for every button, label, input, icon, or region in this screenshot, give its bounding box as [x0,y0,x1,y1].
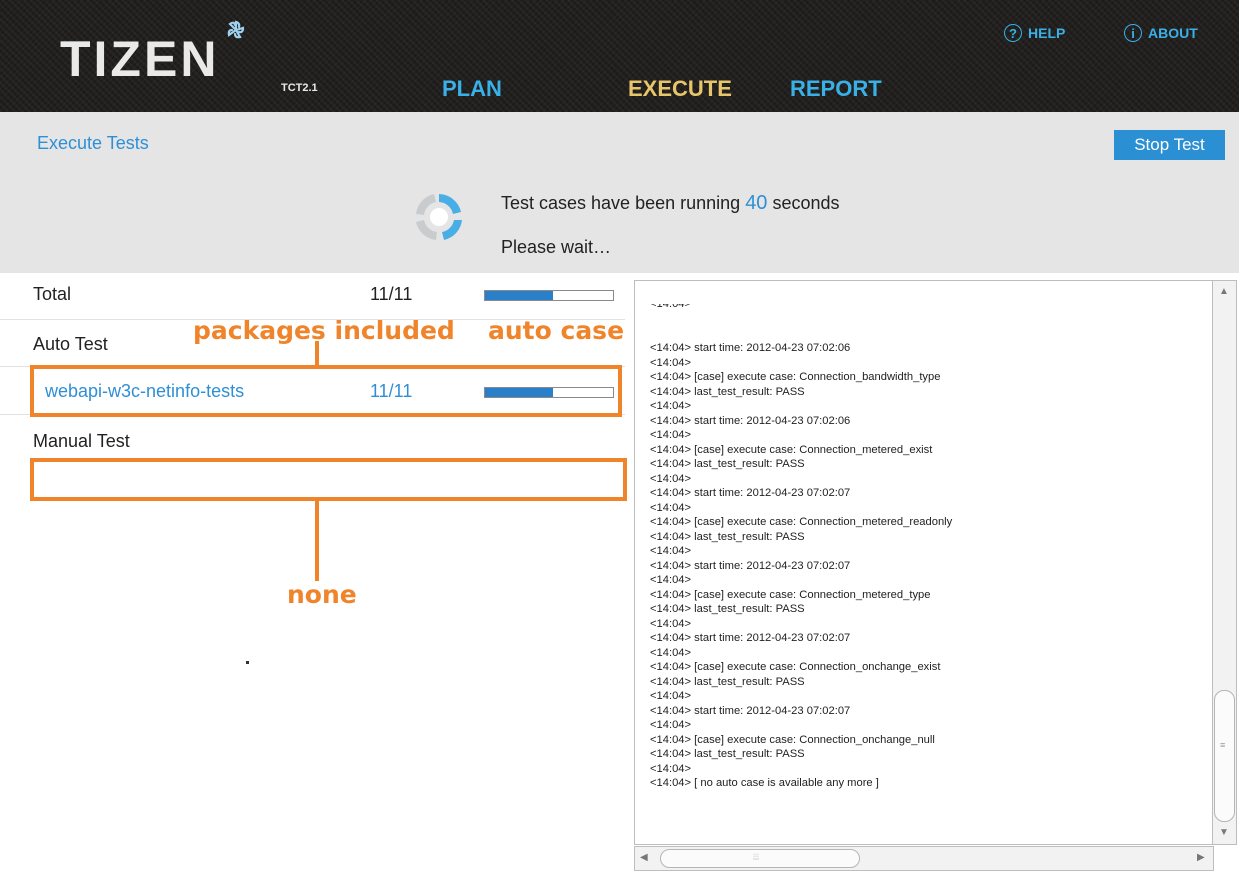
log-line: <14:04> last_test_result: PASS [650,458,805,470]
execution-status-panel: Execute Tests Stop Test Test cases have … [0,112,1239,273]
running-suffix: seconds [772,193,840,213]
nav-plan[interactable]: PLAN [442,76,502,102]
log-line-partial: <14:04> [650,304,952,312]
auto-test-label: Auto Test [33,334,108,354]
manual-test-label: Manual Test [33,431,130,451]
log-line: <14:04> [case] execute case: Connection_… [650,661,941,673]
nav-execute[interactable]: EXECUTE [628,76,732,102]
tizen-star-icon [227,20,245,39]
log-line: <14:04> [ no auto case is available any … [650,777,879,789]
annotation-packages-included: packages included [193,316,455,345]
log-line: <14:04> [650,429,692,441]
grip-icon: ≡ [1220,740,1226,750]
log-line: <14:04> last_test_result: PASS [650,675,805,688]
horizontal-scroll-thumb[interactable]: ⦙⦙⦙ [660,849,860,868]
total-progress-bar [484,290,614,301]
log-line: <14:04> [case] execute case: Connection_… [650,588,931,601]
total-count: 11/11 [370,284,413,304]
annotation-box-manual [30,458,627,501]
log-line: <14:04> [650,545,692,557]
log-line: <14:04> [650,501,692,514]
log-output[interactable]: <14:04> <14:04> start time: 2012-04-23 0… [634,280,1214,845]
page-title: Execute Tests [37,133,149,153]
log-line: <14:04> [650,617,692,630]
total-progress-fill [485,291,553,300]
grip-icon: ⦙⦙⦙ [753,852,760,862]
log-line: <14:04> [650,690,692,702]
log-line: <14:04> [650,472,692,485]
loading-spinner-icon [416,194,462,240]
stop-test-button[interactable]: Stop Test [1114,130,1225,160]
log-line: <14:04> start time: 2012-04-23 07:02:07 [650,487,851,499]
log-line: <14:04> start time: 2012-04-23 07:02:06 [650,414,851,427]
running-seconds: 40 [745,192,768,214]
log-line: <14:04> last_test_result: PASS [650,385,805,398]
help-link[interactable]: ? HELP [1004,24,1065,42]
scroll-right-arrow-icon[interactable]: ▶ [1197,852,1205,863]
help-label: HELP [1028,25,1066,41]
help-icon: ? [1004,24,1022,42]
log-line: <14:04> [650,762,692,775]
log-line: <14:04> [650,574,692,586]
total-label: Total [33,284,72,304]
log-line: <14:04> [case] execute case: Connection_… [650,371,941,383]
log-line: <14:04> start time: 2012-04-23 07:02:07 [650,704,851,717]
log-line: <14:04> [case] execute case: Connection_… [650,443,933,456]
log-line: <14:04> [650,356,692,369]
tizen-logo: TIZEN [60,31,220,87]
info-icon: i [1124,24,1142,42]
annotation-none: none [287,580,357,609]
annotation-box-packages [30,365,622,417]
about-label: ABOUT [1148,25,1198,41]
log-line: <14:04> [case] execute case: Connection_… [650,516,953,528]
log-line: <14:04> last_test_result: PASS [650,530,805,543]
version-label: TCT2.1 [281,82,318,94]
log-line: <14:04> [650,646,692,659]
log-line: <14:04> start time: 2012-04-23 07:02:07 [650,559,851,572]
annotation-connector [315,501,319,581]
running-time-text: Test cases have been running 40 seconds [501,192,840,215]
running-prefix: Test cases have been running [501,193,741,213]
please-wait-text: Please wait… [501,237,612,257]
stray-dot [246,661,249,664]
log-line: <14:04> last_test_result: PASS [650,748,805,760]
about-link[interactable]: i ABOUT [1124,24,1198,42]
scroll-left-arrow-icon[interactable]: ◀ [640,852,648,863]
app-header: TIZEN TCT2.1 PLAN EXECUTE REPORT ? HELP … [0,0,1239,112]
log-line: <14:04> [case] execute case: Connection_… [650,733,935,746]
log-line-partial-text: <14:04> [650,304,692,310]
annotation-auto-case: auto case [488,316,625,345]
log-line: <14:04> [650,719,692,731]
scroll-down-arrow-icon[interactable]: ▼ [1219,827,1229,838]
vertical-scroll-thumb[interactable]: ≡ [1214,690,1235,822]
log-line: <14:04> start time: 2012-04-23 07:02:06 [650,342,851,354]
nav-report[interactable]: REPORT [790,76,882,102]
log-lines: <14:04> <14:04> start time: 2012-04-23 0… [650,281,953,791]
log-line: <14:04> last_test_result: PASS [650,603,805,615]
log-line: <14:04> start time: 2012-04-23 07:02:07 [650,632,851,644]
log-line: <14:04> [650,400,692,412]
scroll-up-arrow-icon[interactable]: ▲ [1219,286,1229,297]
annotation-connector [315,341,319,365]
